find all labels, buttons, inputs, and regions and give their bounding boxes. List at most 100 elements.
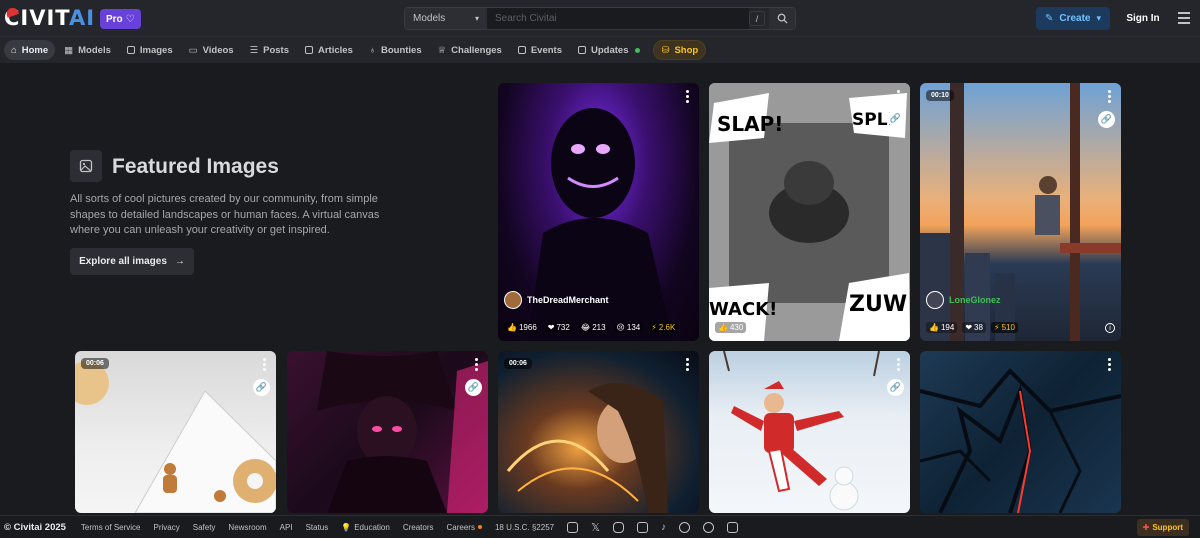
footer-link-api[interactable]: API: [280, 523, 293, 532]
image-card[interactable]: 🔗: [709, 351, 910, 513]
laugh-reaction[interactable]: 😂 213: [577, 321, 609, 333]
nav-models[interactable]: ▦ Models: [57, 40, 118, 60]
chat-icon[interactable]: [726, 521, 738, 533]
link-icon[interactable]: 🔗: [1098, 111, 1115, 128]
discord-icon[interactable]: [567, 521, 579, 533]
info-icon[interactable]: i: [894, 323, 904, 333]
card-menu-icon[interactable]: [686, 358, 689, 373]
image-card[interactable]: 🔗: [287, 351, 488, 513]
card-reactions: 👍 1966 ❤ 732 😂 213 😢 134 ⚡ 2.6K: [504, 319, 693, 335]
footer-link-safety[interactable]: Safety: [193, 523, 216, 532]
card-menu-icon[interactable]: [1108, 90, 1111, 105]
card-user[interactable]: TheDreadMerchant: [504, 291, 609, 309]
search-icon: [777, 13, 788, 24]
nav-shop[interactable]: ⛁ Shop: [653, 40, 707, 60]
nav-bounties[interactable]: ♁ Bounties: [362, 40, 429, 60]
heart-reaction[interactable]: ❤ 38: [962, 321, 986, 333]
link-icon[interactable]: 🔗: [887, 110, 904, 127]
sign-in-button[interactable]: Sign In: [1118, 7, 1168, 30]
github-icon[interactable]: [702, 521, 714, 533]
card-menu-icon[interactable]: [897, 358, 900, 373]
footer-link-terms[interactable]: Terms of Service: [81, 523, 141, 532]
nav-videos[interactable]: ▭ Videos: [182, 40, 241, 60]
heart-reaction[interactable]: ❤ 732: [544, 321, 573, 333]
card-menu-icon[interactable]: [263, 358, 266, 373]
footer-link-privacy[interactable]: Privacy: [154, 523, 180, 532]
search-input[interactable]: [487, 8, 749, 29]
calendar-icon: [517, 46, 526, 54]
image-card[interactable]: SLAP! SPLI ZUW WACK! 🔗 👍 430 i: [709, 83, 910, 341]
svg-text:ZUW: ZUW: [849, 292, 907, 317]
chevron-down-icon: ▾: [474, 14, 479, 23]
card-reactions: 👍 194 ❤ 38 ⚡ 510: [926, 319, 1115, 335]
card-menu-icon[interactable]: [897, 90, 900, 105]
civitai-logo[interactable]: CIVITAI: [4, 6, 95, 30]
youtube-icon[interactable]: [636, 521, 648, 533]
copyright: © Civitai 2025: [4, 521, 66, 533]
image-card[interactable]: 00:06 🔗: [75, 351, 276, 513]
featured-description: All sorts of cool pictures created by ou…: [70, 193, 380, 236]
footer-link-newsroom[interactable]: Newsroom: [228, 523, 266, 532]
search-category-select[interactable]: Models ▾: [405, 8, 487, 29]
cry-reaction[interactable]: 😢 134: [613, 321, 644, 333]
link-icon[interactable]: 🔗: [253, 379, 270, 396]
footer-link-creators[interactable]: Creators: [403, 523, 434, 532]
image-card[interactable]: [920, 351, 1121, 513]
nav-images[interactable]: Images: [120, 40, 180, 60]
nav-home[interactable]: ⌂ Home: [4, 40, 56, 60]
updates-icon: [578, 46, 586, 54]
avatar: [504, 291, 522, 309]
svg-text:SLAP!: SLAP!: [717, 112, 783, 136]
image-card[interactable]: TheDreadMerchant 👍 1966 ❤ 732 😂 213 😢 134 ⚡ 2…: [498, 83, 699, 341]
card-reactions: 👍 430: [715, 319, 904, 335]
grid-icon: ▦: [64, 44, 74, 56]
card-menu-icon[interactable]: [1108, 358, 1111, 373]
video-duration: 00:06: [504, 358, 532, 369]
nav-challenges[interactable]: ♕ Challenges: [431, 40, 509, 60]
card-menu-icon[interactable]: [686, 90, 689, 105]
video-duration: 00:06: [81, 358, 109, 369]
instagram-icon[interactable]: [612, 521, 624, 533]
card-image: [317, 351, 488, 513]
x-icon[interactable]: 𝕏: [591, 521, 600, 534]
footer-link-status[interactable]: Status: [306, 523, 329, 532]
avatar: [926, 291, 944, 309]
footer-link-2257[interactable]: 18 U.S.C. §2257: [495, 523, 554, 532]
posts-icon: ☰: [249, 44, 259, 56]
link-icon[interactable]: 🔗: [887, 379, 904, 396]
pro-badge[interactable]: Pro ♡: [100, 9, 141, 29]
buzz-tip[interactable]: ⚡ 2.6K: [648, 321, 679, 333]
like-reaction[interactable]: 👍 194: [926, 321, 958, 333]
card-menu-icon[interactable]: [475, 358, 478, 373]
reddit-icon[interactable]: [678, 521, 690, 533]
main-nav: ⌂ Home ▦ Models Images ▭ Videos ☰ Posts Arti…: [0, 37, 1200, 63]
lightbulb-icon: 💡: [341, 522, 352, 532]
create-button[interactable]: ✎ Create ▾: [1036, 7, 1110, 30]
heart-icon: ♡: [125, 13, 135, 25]
search-button[interactable]: [769, 8, 795, 29]
footer-link-careers[interactable]: Careers: [447, 523, 482, 532]
nav-articles[interactable]: Articles: [298, 40, 360, 60]
nav-updates[interactable]: Updates: [571, 40, 647, 60]
like-reaction[interactable]: 👍 430: [715, 321, 747, 333]
link-icon[interactable]: 🔗: [465, 379, 482, 396]
buzz-tip[interactable]: ⚡ 510: [990, 321, 1018, 333]
like-reaction[interactable]: 👍 1966: [504, 321, 540, 333]
explore-all-images-button[interactable]: Explore all images →: [70, 248, 194, 275]
brush-icon: ✎: [1044, 13, 1054, 24]
card-image: SLAP! SPLI ZUW WACK!: [709, 83, 910, 341]
nav-events[interactable]: Events: [511, 40, 569, 60]
support-button[interactable]: ✚ Support: [1136, 519, 1189, 536]
top-bar: CIVITAI Pro ♡ Models ▾ / ✎ Create ▾ Sign…: [0, 0, 1200, 37]
info-icon[interactable]: i: [1105, 323, 1115, 333]
image-card[interactable]: 00:06: [498, 351, 699, 513]
arrow-right-icon: →: [174, 256, 185, 267]
tiktok-icon[interactable]: ♪: [661, 522, 666, 533]
featured-title: Featured Images: [112, 155, 279, 178]
moneybag-icon: ♁: [368, 44, 376, 56]
card-user[interactable]: LoneGlonez: [926, 291, 1001, 309]
footer-link-education[interactable]: 💡 Education: [341, 523, 390, 532]
image-card[interactable]: 00:10 🔗 LoneGlonez 👍 194 ❤ 38 ⚡ 510 i: [920, 83, 1121, 341]
hamburger-menu-icon[interactable]: [1178, 12, 1190, 24]
nav-posts[interactable]: ☰ Posts: [243, 40, 296, 60]
